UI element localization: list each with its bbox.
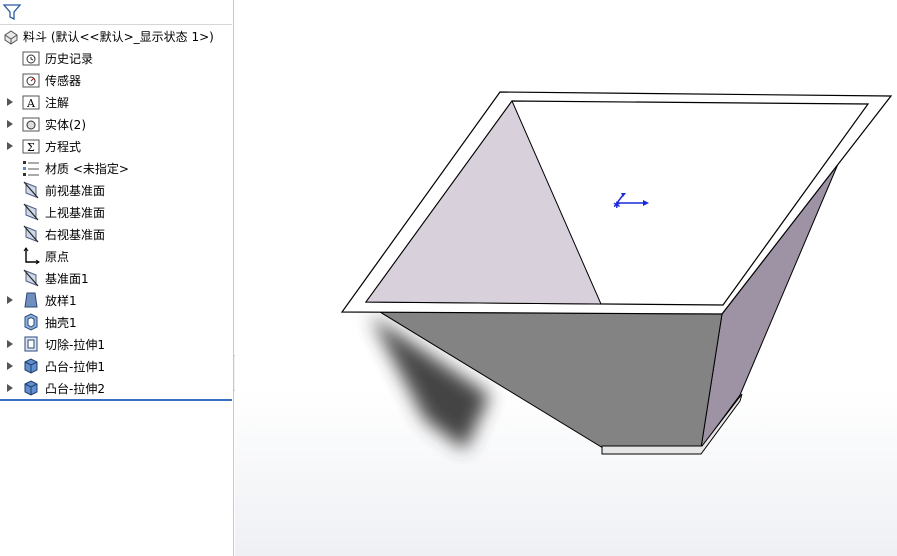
- tree-item[interactable]: 抽壳1: [0, 311, 234, 333]
- tree-item[interactable]: 凸台-拉伸2: [0, 377, 234, 399]
- expand-arrow-icon[interactable]: [4, 377, 16, 399]
- tree-item-label: 抽壳1: [45, 315, 77, 330]
- filter-funnel-icon[interactable]: [2, 4, 22, 23]
- material-icon: [22, 159, 40, 177]
- plane-icon: [22, 225, 40, 243]
- tree-item[interactable]: 材质 <未指定>: [0, 157, 234, 179]
- origin-icon: [22, 247, 40, 265]
- tree-item-label: 前视基准面: [45, 183, 106, 198]
- svg-text:Σ: Σ: [27, 141, 35, 154]
- expand-arrow-icon[interactable]: [4, 91, 16, 113]
- tree-item-label: 历史记录: [45, 51, 94, 66]
- cut-extrude-icon: [22, 335, 40, 353]
- tree-item-label: 上视基准面: [45, 205, 106, 220]
- tree-item[interactable]: Σ 方程式: [0, 135, 234, 157]
- svg-text:A: A: [26, 97, 36, 110]
- tree-item-label: 放样1: [45, 293, 77, 308]
- tree-item-label: 凸台-拉伸2: [45, 381, 105, 396]
- plane-icon: [22, 181, 40, 199]
- tree-item[interactable]: A 注解: [0, 91, 234, 113]
- tree-item[interactable]: 上视基准面: [0, 201, 234, 223]
- tree-item[interactable]: 传感器: [0, 69, 234, 91]
- hopper-3d-model[interactable]: ✱: [235, 0, 897, 556]
- tree-item-label: 传感器: [45, 73, 82, 88]
- svg-text:✱: ✱: [613, 201, 621, 211]
- tree-item[interactable]: 放样1: [0, 289, 234, 311]
- history-folder-icon: [22, 49, 40, 67]
- tree-item[interactable]: 切除-拉伸1: [0, 333, 234, 355]
- expand-arrow-icon[interactable]: [4, 113, 16, 135]
- tree-item[interactable]: 前视基准面: [0, 179, 234, 201]
- part-icon: [2, 27, 20, 45]
- plane-icon: [22, 203, 40, 221]
- tree-item-label: 材质 <未指定>: [45, 161, 129, 176]
- root-part-label: 料斗 (默认<<默认>_显示状态 1>): [23, 29, 214, 44]
- tree-item-label: 注解: [45, 95, 70, 110]
- tree-item-label: 基准面1: [45, 271, 89, 286]
- tree-item[interactable]: 右视基准面: [0, 223, 234, 245]
- tree-item-label: 切除-拉伸1: [45, 337, 105, 352]
- tree-item[interactable]: 凸台-拉伸1: [0, 355, 234, 377]
- expand-arrow-icon[interactable]: [4, 355, 16, 377]
- solid-bodies-folder-icon: [22, 115, 40, 133]
- tree-item[interactable]: 实体(2): [0, 113, 234, 135]
- plane-icon: [22, 269, 40, 287]
- tree-item[interactable]: 基准面1: [0, 267, 234, 289]
- tree-item-label: 实体(2): [45, 117, 86, 132]
- loft-feature-icon: [22, 291, 40, 309]
- sensor-folder-icon: [22, 71, 40, 89]
- expand-arrow-icon[interactable]: [4, 333, 16, 355]
- shell-feature-icon: [22, 313, 40, 331]
- expand-arrow-icon[interactable]: [4, 135, 16, 157]
- annotation-folder-icon: A: [22, 93, 40, 111]
- boss-extrude-icon: [22, 379, 40, 397]
- rollback-bar[interactable]: [0, 399, 232, 401]
- tree-item[interactable]: 原点: [0, 245, 234, 267]
- tree-item-label: 原点: [45, 249, 70, 264]
- tree-filter-bar[interactable]: [0, 0, 232, 25]
- tree-item-label: 凸台-拉伸1: [45, 359, 105, 374]
- boss-extrude-icon: [22, 357, 40, 375]
- feature-manager-tree: 料斗 (默认<<默认>_显示状态 1>) 历史记录传感器 A 注解实体(2) Σ 方程式…: [0, 0, 234, 556]
- tree-item-label: 方程式: [45, 139, 82, 154]
- tree-item[interactable]: 历史记录: [0, 47, 234, 69]
- graphics-viewport[interactable]: ✱: [235, 0, 897, 556]
- tree-root-part[interactable]: 料斗 (默认<<默认>_显示状态 1>): [0, 26, 234, 46]
- equations-folder-icon: Σ: [22, 137, 40, 155]
- expand-arrow-icon[interactable]: [4, 289, 16, 311]
- tree-item-label: 右视基准面: [45, 227, 106, 242]
